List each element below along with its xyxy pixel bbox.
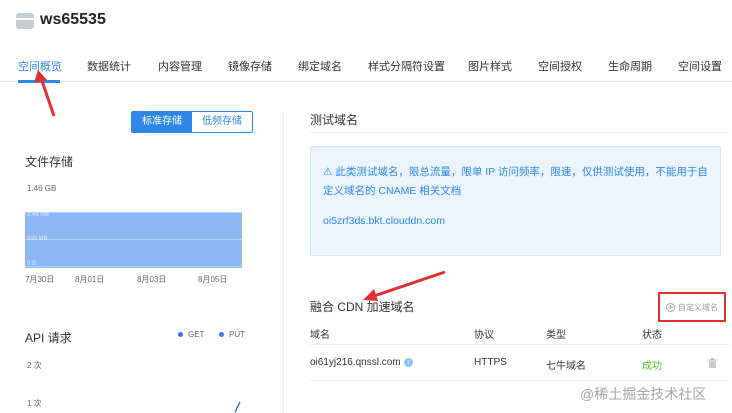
legend-dot-icon <box>178 332 183 338</box>
standard-storage-button[interactable]: 标准存储 <box>132 112 192 132</box>
chart-inner-label: 0 B <box>27 261 37 267</box>
legend-get: GET <box>178 330 204 339</box>
storage-area-chart: 1.46 GB 500 MB 0 B <box>25 212 242 268</box>
tab-bar: 空间概览 数据统计 内容管理 镜像存储 绑定域名 样式分隔符设置 图片样式 空间… <box>0 48 732 82</box>
storage-type-toggle: 标准存储 低频存储 <box>131 111 253 133</box>
low-frequency-storage-button[interactable]: 低频存储 <box>192 112 252 132</box>
panel-divider <box>283 112 284 413</box>
legend-put-label: PUT <box>229 330 245 339</box>
legend-put: PUT <box>219 330 245 339</box>
table-row-type: 七牛域名 <box>546 361 586 372</box>
tab-settings[interactable]: 空间设置 <box>678 58 722 74</box>
api-line-fragment <box>234 401 241 413</box>
delete-trash-icon[interactable] <box>708 358 717 368</box>
table-row-status: 成功 <box>642 361 662 372</box>
bucket-title: ws65535 <box>40 11 106 28</box>
column-header-type: 类型 <box>546 330 566 341</box>
tab-bind-domain[interactable]: 绑定域名 <box>298 58 342 74</box>
column-header-protocol: 协议 <box>474 330 494 341</box>
notice-text: ⚠ 此类测试域名，限总流量，限单 IP 访问频率，限速，仅供测试使用，不能用于自… <box>323 166 708 197</box>
tab-image-style[interactable]: 图片样式 <box>468 58 512 74</box>
api-y-label: 1 次 <box>27 399 42 408</box>
column-header-domain: 域名 <box>310 330 330 341</box>
test-domain-value: oi5zrf3ds.bkt.clouddn.com <box>323 215 445 227</box>
add-circle-icon <box>666 302 675 312</box>
table-row-protocol: HTTPS <box>474 357 507 368</box>
chart-inner-label: 1.46 GB <box>27 212 50 218</box>
table-row-divider <box>310 380 730 381</box>
test-domain-notice: ⚠ 此类测试域名，限总流量，限单 IP 访问频率，限速，仅供测试使用，不能用于自… <box>310 146 721 256</box>
chart-gridline <box>25 239 242 240</box>
chart-gridline <box>25 212 242 213</box>
tab-authorization[interactable]: 空间授权 <box>538 58 582 74</box>
tab-statistics[interactable]: 数据统计 <box>87 58 131 74</box>
api-requests-title: API 请求 <box>25 331 72 345</box>
x-tick-label: 8月05日 <box>198 275 228 284</box>
add-custom-domain-label: 自定义域名 <box>678 302 718 312</box>
annotation-arrow-icon <box>363 270 446 301</box>
tab-mirror[interactable]: 镜像存储 <box>228 58 272 74</box>
chart-gridline <box>25 266 242 267</box>
bucket-icon <box>16 13 34 29</box>
table-row-domain: oi61yj216.qnssl.com i <box>310 357 413 368</box>
x-tick-label: 8月03日 <box>137 275 167 284</box>
domain-link[interactable]: oi61yj216.qnssl.com <box>310 357 401 368</box>
tab-lifecycle[interactable]: 生命周期 <box>608 58 652 74</box>
watermark: @稀土掘金技术社区 <box>580 386 707 402</box>
legend-dot-icon <box>219 332 224 338</box>
tab-content[interactable]: 内容管理 <box>158 58 202 74</box>
test-domain-title: 测试域名 <box>310 113 359 127</box>
chart-inner-label: 500 MB <box>27 236 48 242</box>
api-y-label: 2 次 <box>27 361 42 370</box>
add-custom-domain-button[interactable]: 自定义域名 <box>658 292 726 322</box>
divider <box>310 132 730 133</box>
legend-get-label: GET <box>188 330 205 339</box>
x-tick-label: 7月30日 <box>25 275 55 284</box>
tab-separator[interactable]: 样式分隔符设置 <box>368 58 445 74</box>
annotation-arrow-icon <box>34 70 56 117</box>
storage-y-max-label: 1.46 GB <box>27 184 57 193</box>
column-header-status: 状态 <box>642 330 662 341</box>
table-header-divider <box>310 344 730 345</box>
x-tick-label: 8月01日 <box>75 275 105 284</box>
file-storage-title: 文件存储 <box>25 155 74 169</box>
info-icon[interactable]: i <box>403 357 413 367</box>
